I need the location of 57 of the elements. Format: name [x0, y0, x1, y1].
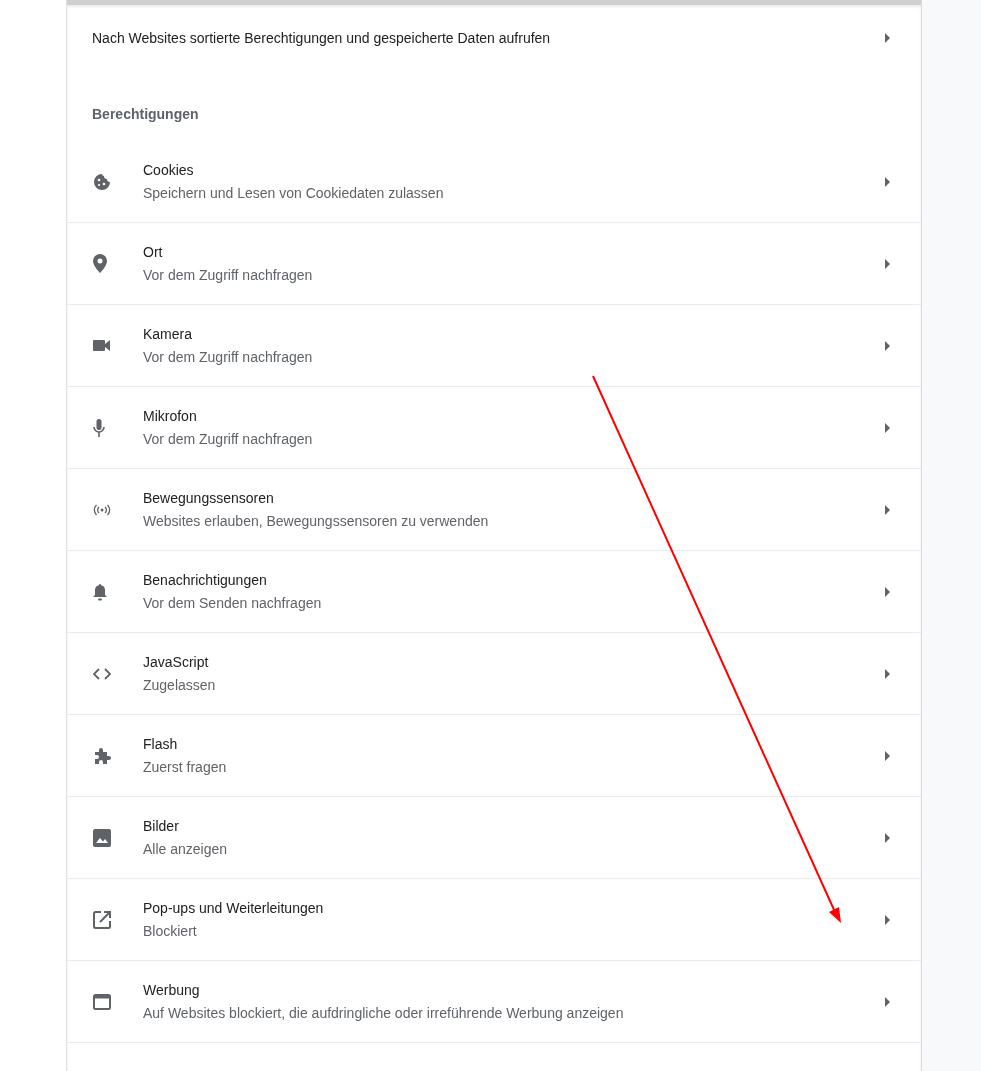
permission-row[interactable]: Werbung Auf Websites blockiert, die aufdringliche oder irreführende Werbung anzeigen — [67, 960, 921, 1043]
browser-window-icon — [93, 993, 111, 1010]
chevron-icon — [885, 832, 891, 843]
permission-status: Vor dem Zugriff nachfragen — [143, 349, 314, 366]
permission-status: Vor dem Zugriff nachfragen — [143, 267, 314, 284]
chevron-icon — [885, 176, 891, 187]
location-pin-icon — [93, 254, 107, 274]
sensor-signal-icon — [93, 503, 111, 516]
permission-status: Vor dem Senden nachfragen — [143, 595, 323, 612]
permission-status: Blockiert — [143, 923, 198, 940]
permission-status: Alle anzeigen — [143, 841, 229, 858]
permission-status: Websites erlauben, Bewegungssensoren zu verwenden — [143, 513, 490, 530]
permission-row[interactable]: Ort Vor dem Zugriff nachfragen — [67, 222, 921, 305]
permission-status: Zugelassen — [143, 677, 217, 694]
chevron-icon — [885, 33, 891, 44]
permission-title: Pop-ups und Weiterleitungen — [143, 900, 325, 917]
permission-row[interactable]: Kamera Vor dem Zugriff nachfragen — [67, 304, 921, 387]
permission-title: Werbung — [143, 982, 201, 999]
site-data-link[interactable]: Nach Websites sortierte Berechtigungen und gespeicherte Daten aufrufen — [92, 30, 551, 47]
permission-row[interactable]: Bewegungssensoren Websites erlauben, Bewegungssensoren zu verwenden — [67, 468, 921, 551]
chevron-icon — [885, 668, 891, 679]
permission-title: Flash — [143, 736, 179, 753]
permission-title: Ort — [143, 244, 164, 261]
chevron-icon — [885, 422, 891, 433]
permission-row[interactable]: Bilder Alle anzeigen — [67, 796, 921, 879]
chevron-icon — [885, 996, 891, 1007]
permission-row[interactable]: Flash Zuerst fragen — [67, 714, 921, 797]
puzzle-piece-icon — [93, 746, 111, 765]
permission-title: Kamera — [143, 326, 194, 343]
chevron-icon — [885, 750, 891, 761]
permission-title: Mikrofon — [143, 408, 198, 425]
chevron-icon — [885, 914, 891, 925]
permission-status: Zuerst fragen — [143, 759, 228, 776]
permission-title: Bewegungssensoren — [143, 490, 275, 507]
permission-row[interactable]: Mikrofon Vor dem Zugriff nachfragen — [67, 386, 921, 469]
section-title: Berechtigungen — [92, 106, 199, 123]
permission-row[interactable]: Cookies Speichern und Lesen von Cookiedaten zulassen — [67, 140, 921, 223]
chevron-icon — [885, 340, 891, 351]
chevron-icon — [885, 586, 891, 597]
cookie-icon — [93, 172, 111, 191]
permission-row[interactable]: JavaScript Zugelassen — [67, 632, 921, 715]
external-link-icon — [93, 910, 111, 929]
permission-title: Bilder — [143, 818, 180, 835]
permission-title: Cookies — [143, 162, 195, 179]
permission-status: Vor dem Zugriff nachfragen — [143, 431, 314, 448]
permission-row[interactable]: Benachrichtigungen Vor dem Senden nachfragen — [67, 550, 921, 633]
permission-status: Auf Websites blockiert, die aufdringliche oder irreführende Werbung anzeigen — [143, 1005, 625, 1022]
microphone-icon — [93, 418, 105, 437]
bell-icon — [93, 582, 107, 601]
permission-title: JavaScript — [143, 654, 210, 671]
code-brackets-icon — [93, 667, 111, 680]
image-icon — [93, 828, 111, 847]
video-camera-icon — [93, 340, 110, 352]
permission-status: Speichern und Lesen von Cookiedaten zulassen — [143, 185, 445, 202]
chevron-icon — [885, 504, 891, 515]
permission-title: Benachrichtigungen — [143, 572, 268, 589]
chevron-icon — [885, 258, 891, 269]
